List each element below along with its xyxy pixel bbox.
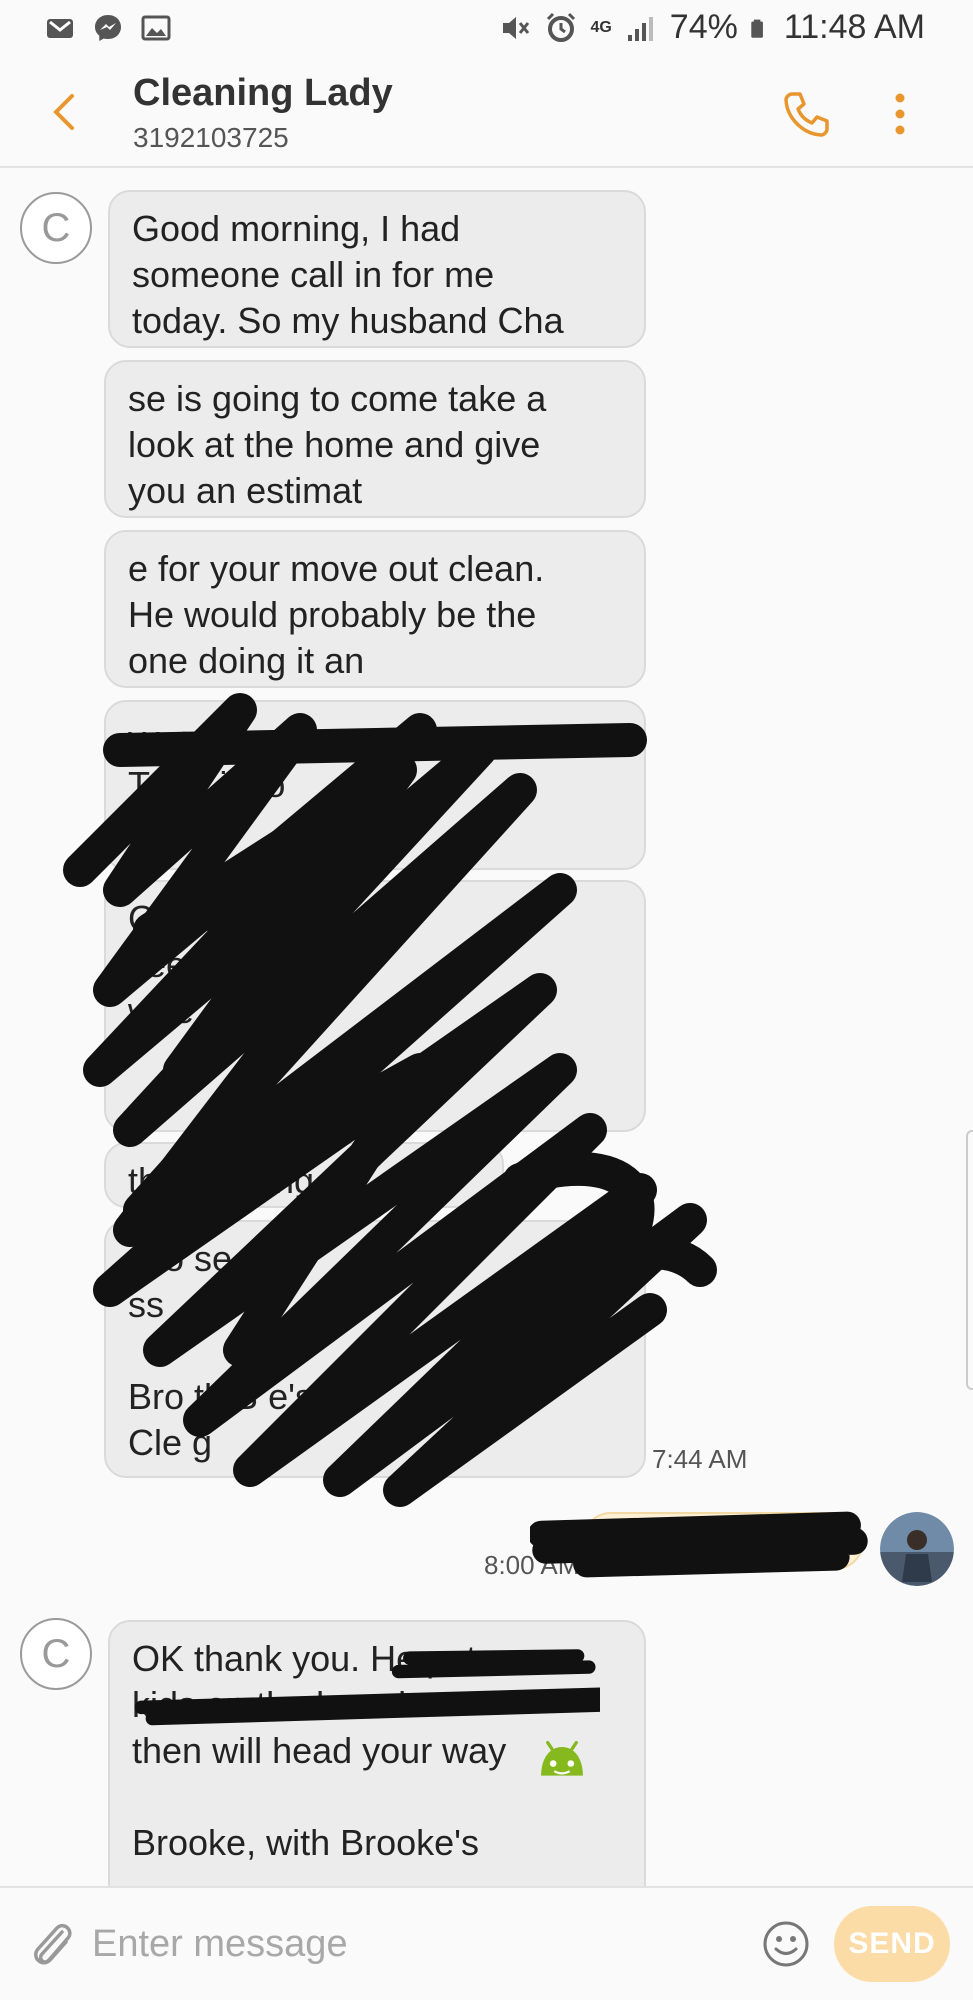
message-bubble[interactable]: C o se r me ss Bro th B e's Cle g bbox=[104, 1220, 646, 1478]
back-arrow-icon[interactable] bbox=[40, 82, 90, 142]
contact-avatar[interactable]: C bbox=[20, 192, 92, 264]
contact-name: Cleaning Lady bbox=[133, 72, 393, 114]
android-emoji-icon bbox=[541, 1740, 583, 1776]
alarm-icon bbox=[547, 12, 576, 42]
battery-icon bbox=[751, 19, 763, 38]
clock: 11:48 AM bbox=[783, 8, 925, 46]
gmail-icon bbox=[47, 19, 73, 38]
signal-icon bbox=[627, 16, 653, 41]
message-time: 7:44 AM bbox=[652, 1444, 748, 1474]
messaging-screen: 4G 74% 11:48 AM Cleaning Lady 3192103725 bbox=[0, 0, 973, 2000]
message-list[interactable]: C Good morning, I had someone call in fo… bbox=[0, 170, 973, 1886]
mute-icon bbox=[503, 16, 530, 39]
emoji-icon[interactable] bbox=[760, 1918, 812, 1970]
network-type: 4G bbox=[590, 18, 612, 36]
notification-icons bbox=[44, 12, 172, 44]
message-bubble[interactable]: Good morning, I had someone call in for … bbox=[108, 190, 646, 348]
message-bubble[interactable]: e for your move out clean. He would prob… bbox=[104, 530, 646, 688]
gallery-icon bbox=[141, 15, 171, 41]
outgoing-message-bubble[interactable]: e he bbox=[582, 1512, 864, 1570]
messenger-icon bbox=[95, 15, 121, 41]
battery-percent: 74% bbox=[669, 8, 738, 46]
message-bubble[interactable]: C o e l see if are co whe , w bbox=[104, 880, 646, 1132]
message-bubble[interactable]: th B s C ing bbox=[104, 1142, 504, 1208]
system-status: 4G 74% 11:48 AM bbox=[498, 8, 925, 47]
send-button[interactable]: SEND bbox=[834, 1906, 950, 1982]
contact-number: 3192103725 bbox=[133, 122, 289, 153]
message-bubble[interactable]: se is going to come take a look at the h… bbox=[104, 360, 646, 518]
paperclip-icon[interactable] bbox=[26, 1916, 78, 1974]
message-composer: SEND bbox=[0, 1886, 973, 2000]
phone-icon[interactable] bbox=[778, 86, 834, 142]
message-time: 8:00 AM bbox=[484, 1550, 580, 1580]
message-bubble[interactable]: y you' T o d if yo re bbox=[104, 700, 646, 870]
scrollbar[interactable] bbox=[966, 1130, 973, 1390]
more-options-icon[interactable] bbox=[880, 86, 920, 142]
conversation-header: Cleaning Lady 3192103725 bbox=[0, 60, 973, 168]
contact-avatar[interactable]: C bbox=[20, 1618, 92, 1690]
message-input[interactable] bbox=[92, 1912, 732, 1976]
status-bar: 4G 74% 11:48 AM bbox=[0, 0, 973, 60]
user-avatar[interactable] bbox=[880, 1512, 954, 1586]
